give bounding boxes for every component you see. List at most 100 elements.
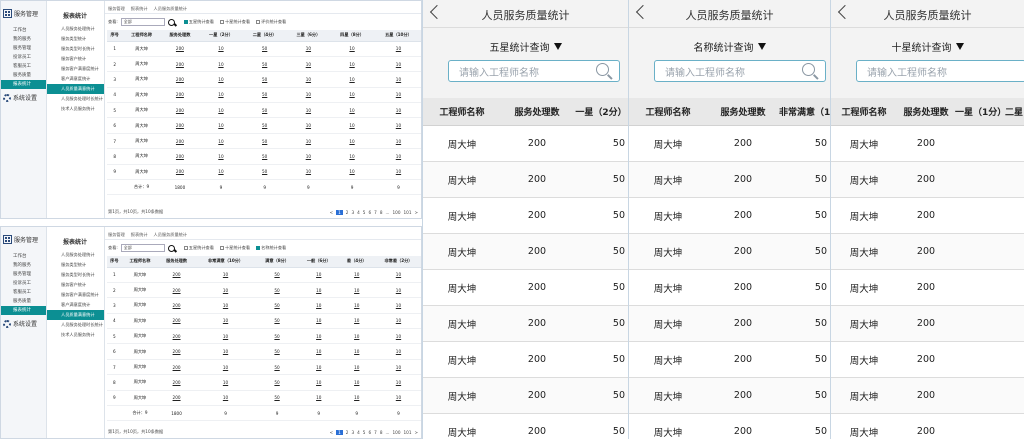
search-icon[interactable] bbox=[802, 63, 815, 76]
table-cell[interactable]: 10 bbox=[339, 374, 374, 391]
table-cell[interactable]: 10 bbox=[286, 148, 331, 165]
table-row[interactable]: 周大坤 200 50 bbox=[629, 234, 830, 270]
table-cell[interactable]: 10 bbox=[194, 313, 257, 330]
page-link[interactable]: > bbox=[414, 430, 418, 435]
table-cell[interactable]: 10 bbox=[330, 164, 374, 181]
table-cell[interactable]: 10 bbox=[286, 56, 331, 73]
table-cell[interactable]: 10 bbox=[373, 87, 421, 104]
table-cell[interactable]: 10 bbox=[194, 267, 257, 283]
table-cell[interactable]: 10 bbox=[330, 133, 374, 150]
table-cell[interactable]: 10 bbox=[199, 102, 243, 119]
table-cell[interactable]: 10 bbox=[286, 102, 331, 119]
table-cell[interactable]: 10 bbox=[330, 41, 374, 57]
table-row[interactable]: 周大坤 200 50 bbox=[423, 234, 628, 270]
table-row[interactable]: 周大坤 200 50 bbox=[629, 198, 830, 234]
nav-item[interactable]: 报表统计 bbox=[1, 306, 46, 315]
table-cell[interactable]: 10 bbox=[297, 343, 340, 360]
sub-nav-item[interactable]: 人员服务处理统计 bbox=[47, 24, 104, 34]
table-cell[interactable]: 50 bbox=[256, 313, 298, 330]
table-row[interactable]: 周大坤 200 50 bbox=[629, 270, 830, 306]
table-cell[interactable]: 50 bbox=[242, 133, 287, 150]
table-cell[interactable]: 10 bbox=[194, 359, 257, 376]
table-cell[interactable]: 50 bbox=[256, 267, 298, 283]
table-cell[interactable]: 200 bbox=[158, 313, 195, 330]
table-cell[interactable]: 10 bbox=[330, 71, 374, 88]
table-cell[interactable]: 10 bbox=[199, 148, 243, 165]
table-cell[interactable]: 10 bbox=[373, 71, 421, 88]
page-link[interactable]: > bbox=[414, 210, 418, 215]
table-row[interactable]: 周大坤 200 bbox=[831, 378, 1024, 414]
table-cell[interactable]: 10 bbox=[297, 328, 340, 345]
page-link[interactable]: 1 bbox=[336, 429, 343, 435]
view-checkbox[interactable]: 十星统计查看 bbox=[219, 19, 250, 25]
table-cell[interactable]: 10 bbox=[286, 164, 331, 181]
table-cell[interactable]: 10 bbox=[194, 297, 257, 314]
page-link[interactable]: 5 bbox=[363, 430, 366, 435]
nav-item[interactable]: 工作台 bbox=[1, 252, 46, 261]
sub-nav-item[interactable]: 客户满意度统计 bbox=[47, 74, 104, 84]
table-row[interactable]: 周大坤 200 50 bbox=[423, 198, 628, 234]
table-cell[interactable]: 10 bbox=[373, 328, 421, 345]
engineer-search-input[interactable] bbox=[655, 64, 795, 83]
table-cell[interactable]: 10 bbox=[199, 41, 243, 57]
table-cell[interactable]: 200 bbox=[160, 56, 200, 73]
table-cell[interactable]: 10 bbox=[199, 117, 243, 134]
table-cell[interactable]: 10 bbox=[297, 297, 340, 314]
page-link[interactable]: 101 bbox=[403, 430, 411, 435]
table-cell[interactable]: 200 bbox=[158, 343, 195, 360]
table-cell[interactable]: 10 bbox=[297, 390, 340, 407]
page-link[interactable]: 101 bbox=[403, 210, 411, 215]
nav-item[interactable]: 服务质量 bbox=[1, 297, 46, 306]
table-row[interactable]: 周大坤 200 50 bbox=[629, 126, 830, 162]
sub-nav-item[interactable]: 人员服务处理时长统计 bbox=[47, 94, 104, 104]
page-link[interactable]: < bbox=[330, 430, 334, 435]
table-cell[interactable]: 50 bbox=[256, 343, 298, 360]
sub-nav-item[interactable]: 技术人员服务统计 bbox=[47, 330, 104, 340]
table-row[interactable]: 周大坤 200 50 bbox=[423, 126, 628, 162]
table-cell[interactable]: 50 bbox=[256, 390, 298, 407]
table-cell[interactable]: 10 bbox=[330, 102, 374, 119]
table-cell[interactable]: 50 bbox=[242, 148, 287, 165]
sub-nav-item[interactable]: 服务类型时长统计 bbox=[47, 270, 104, 280]
page-link[interactable]: 8 bbox=[380, 430, 383, 435]
breadcrumb-item[interactable]: 报表统计 bbox=[131, 232, 148, 239]
table-cell[interactable]: 10 bbox=[373, 267, 421, 283]
table-row[interactable]: 周大坤 200 bbox=[831, 162, 1024, 198]
table-cell[interactable]: 50 bbox=[242, 102, 287, 119]
table-cell[interactable]: 10 bbox=[286, 133, 331, 150]
table-cell[interactable]: 10 bbox=[373, 164, 421, 181]
table-row[interactable]: 周大坤 200 bbox=[831, 306, 1024, 342]
page-link[interactable]: 5 bbox=[363, 210, 366, 215]
view-checkbox[interactable]: 十星统计查看 bbox=[219, 245, 250, 251]
table-cell[interactable]: 10 bbox=[339, 359, 374, 376]
page-link[interactable]: < bbox=[330, 210, 334, 215]
table-cell[interactable]: 200 bbox=[160, 41, 200, 57]
page-link[interactable]: 7 bbox=[374, 210, 377, 215]
table-row[interactable]: 周大坤 200 50 bbox=[629, 306, 830, 342]
table-cell[interactable]: 200 bbox=[158, 390, 195, 407]
page-link[interactable]: 6 bbox=[368, 430, 371, 435]
table-cell[interactable]: 50 bbox=[242, 87, 287, 104]
table-row[interactable]: 周大坤 200 50 bbox=[423, 378, 628, 414]
table-cell[interactable]: 10 bbox=[373, 41, 421, 57]
table-row[interactable]: 周大坤 200 50 bbox=[423, 342, 628, 378]
table-cell[interactable]: 50 bbox=[256, 297, 298, 314]
sub-nav-item[interactable]: 客户满意度统计 bbox=[47, 300, 104, 310]
table-cell[interactable]: 10 bbox=[373, 390, 421, 407]
page-link[interactable]: ... bbox=[385, 210, 389, 215]
nav-item[interactable]: 报表统计 bbox=[1, 80, 46, 89]
table-cell[interactable]: 10 bbox=[339, 390, 374, 407]
table-cell[interactable]: 10 bbox=[297, 267, 340, 283]
table-cell[interactable]: 50 bbox=[242, 56, 287, 73]
page-link[interactable]: 4 bbox=[357, 210, 360, 215]
table-cell[interactable]: 200 bbox=[160, 117, 200, 134]
nav-item[interactable]: 工作台 bbox=[1, 26, 46, 35]
table-row[interactable]: 周大坤 200 50 bbox=[423, 306, 628, 342]
table-cell[interactable]: 200 bbox=[160, 71, 200, 88]
breadcrumb-item[interactable]: 报表统计 bbox=[131, 6, 148, 13]
table-cell[interactable]: 10 bbox=[339, 328, 374, 345]
table-cell[interactable]: 10 bbox=[199, 56, 243, 73]
scope-select[interactable]: 全部 bbox=[120, 18, 165, 26]
table-cell[interactable]: 10 bbox=[194, 328, 257, 345]
page-link[interactable]: 6 bbox=[368, 210, 371, 215]
